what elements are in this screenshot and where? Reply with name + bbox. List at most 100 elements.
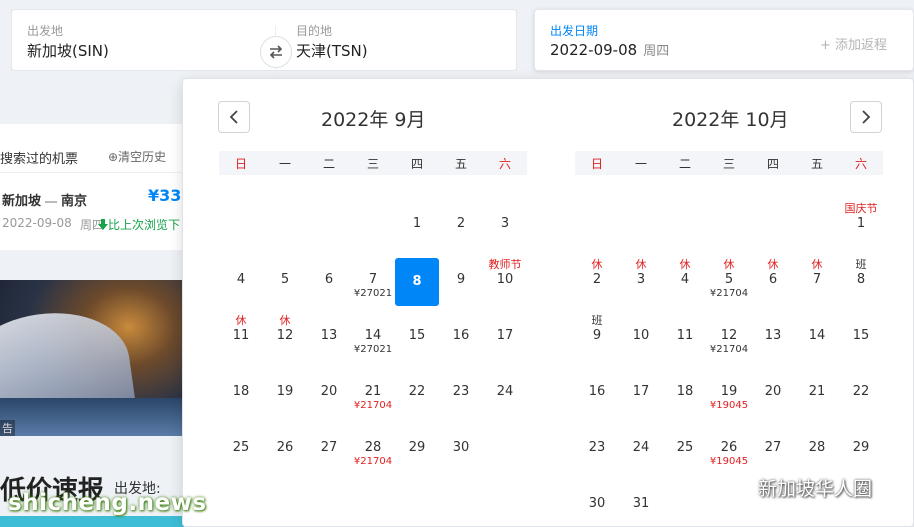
day-cell[interactable]: 班8 — [839, 250, 883, 300]
history-divider — [0, 172, 184, 173]
day-number: 9 — [592, 328, 602, 343]
to-label: 目的地 — [296, 24, 333, 38]
day-cell[interactable]: 休 5 ¥21704 — [707, 250, 751, 300]
day-cell[interactable]: 24 — [619, 418, 663, 468]
day-number: 1 — [856, 216, 866, 231]
day-cell[interactable]: 12 ¥21704 — [707, 306, 751, 356]
day-cell[interactable]: 休3 — [619, 250, 663, 300]
day-cell[interactable]: 教师节 10 — [483, 250, 527, 300]
day-cell[interactable]: 3 — [483, 194, 527, 244]
day-cell[interactable]: 7 ¥27021 — [351, 250, 395, 300]
day-cell[interactable]: 23 — [575, 418, 619, 468]
promo-strip — [0, 516, 184, 527]
day-number: 2 — [592, 272, 602, 287]
weekday-label: 二 — [322, 157, 335, 171]
day-number: 8 — [856, 272, 866, 287]
day-cell[interactable]: 休7 — [795, 250, 839, 300]
day-cell[interactable]: 休2 — [575, 250, 619, 300]
day-number: 18 — [232, 384, 250, 399]
to-input[interactable]: 天津(TSN) — [296, 40, 368, 61]
day-number: 17 — [496, 328, 514, 343]
day-number: 18 — [676, 384, 694, 399]
day-cell[interactable]: 16 — [575, 362, 619, 412]
day-cell[interactable]: 18 — [219, 362, 263, 412]
day-cell[interactable]: 19 — [263, 362, 307, 412]
day-cell[interactable]: 休 12 — [263, 306, 307, 356]
history-route[interactable]: 新加坡 南京 — [2, 190, 87, 209]
weekday-label: 六 — [854, 157, 867, 171]
day-cell[interactable]: 5 — [263, 250, 307, 300]
weekday-header-october: 日一二三四五六 — [575, 151, 883, 175]
selected-day-cell[interactable]: 8 — [395, 250, 439, 306]
weekday-label: 六 — [498, 157, 511, 171]
watermark-site: shicheng.news — [8, 490, 207, 516]
day-cell[interactable]: 4 — [219, 250, 263, 300]
date-picker-calendar: 2022年 9月 2022年 10月 日一二三四五六 日一二三四五六 12345… — [182, 78, 914, 527]
swap-cities-button[interactable] — [260, 36, 292, 68]
day-cell[interactable]: 13 — [751, 306, 795, 356]
day-cell[interactable]: 24 — [483, 362, 527, 412]
date-input[interactable]: 2022-09-08 周四 — [550, 40, 669, 59]
day-cell[interactable]: 16 — [439, 306, 483, 356]
day-cell[interactable]: 26 ¥19045 — [707, 418, 751, 468]
day-number: 7 — [812, 272, 822, 287]
month-title-october: 2022年 10月 — [672, 109, 789, 131]
day-cell[interactable]: 20 — [751, 362, 795, 412]
weekday-label: 三 — [366, 157, 379, 171]
day-price: ¥19045 — [709, 456, 749, 467]
promo-banner-image[interactable] — [0, 280, 184, 436]
day-cell[interactable]: 17 — [483, 306, 527, 356]
day-number: 13 — [764, 328, 782, 343]
day-cell[interactable]: 休 11 — [219, 306, 263, 356]
day-cell[interactable]: 28 — [795, 418, 839, 468]
day-price: ¥21704 — [709, 344, 749, 355]
weekday-label: 五 — [810, 157, 823, 171]
day-cell[interactable]: 30 — [575, 474, 619, 524]
day-cell[interactable]: 国庆节 1 — [839, 194, 883, 244]
day-number: 15 — [852, 328, 870, 343]
weekday-label: 四 — [766, 157, 779, 171]
day-cell[interactable]: 17 — [619, 362, 663, 412]
price-compare: 比上次浏览下 — [98, 216, 180, 233]
day-cell[interactable]: 31 — [619, 474, 663, 524]
day-cell[interactable]: 22 — [395, 362, 439, 412]
day-number: 3 — [500, 216, 510, 231]
day-cell[interactable]: 14 ¥27021 — [351, 306, 395, 356]
day-cell[interactable]: 1 — [395, 194, 439, 244]
day-cell[interactable]: 28 ¥21704 — [351, 418, 395, 468]
day-cell[interactable]: 21 ¥21704 — [351, 362, 395, 412]
day-tag: 班 — [855, 258, 867, 271]
clear-history-button[interactable]: ⊕清空历史 — [108, 148, 166, 165]
day-cell[interactable]: 15 — [839, 306, 883, 356]
add-return-button[interactable]: + 添加返程 — [820, 34, 887, 53]
next-month-button[interactable] — [850, 101, 882, 133]
day-number: 21 — [364, 384, 382, 399]
day-cell[interactable]: 班9 — [575, 306, 619, 356]
day-number: 22 — [408, 384, 426, 399]
day-number: 11 — [232, 328, 250, 343]
day-cell[interactable]: 22 — [839, 362, 883, 412]
day-cell[interactable]: 9 — [439, 250, 483, 300]
day-cell[interactable]: 26 — [263, 418, 307, 468]
day-cell[interactable]: 14 — [795, 306, 839, 356]
day-cell[interactable]: 29 — [839, 418, 883, 468]
prev-month-button[interactable] — [218, 101, 250, 133]
weekday-label: 日 — [590, 157, 603, 171]
day-cell[interactable]: 29 — [395, 418, 439, 468]
day-cell[interactable]: 2 — [439, 194, 483, 244]
day-cell[interactable]: 21 — [795, 362, 839, 412]
day-cell[interactable]: 休6 — [751, 250, 795, 300]
day-cell[interactable]: 23 — [439, 362, 483, 412]
day-cell[interactable]: 27 — [751, 418, 795, 468]
day-cell[interactable]: 30 — [439, 418, 483, 468]
from-input[interactable]: 新加坡(SIN) — [27, 40, 109, 61]
day-cell[interactable]: 19 ¥19045 — [707, 362, 751, 412]
day-cell[interactable]: 25 — [219, 418, 263, 468]
day-cell[interactable]: 15 — [395, 306, 439, 356]
weekday-label: 一 — [278, 157, 291, 171]
watermark-channel-text: 新加坡华人圈 — [758, 478, 873, 500]
day-number: 12 — [720, 328, 738, 343]
date-field[interactable]: 出发日期 2022-09-08 周四 + 添加返程 — [534, 9, 914, 71]
day-cell[interactable]: 10 — [619, 306, 663, 356]
weekday-label: 一 — [634, 157, 647, 171]
